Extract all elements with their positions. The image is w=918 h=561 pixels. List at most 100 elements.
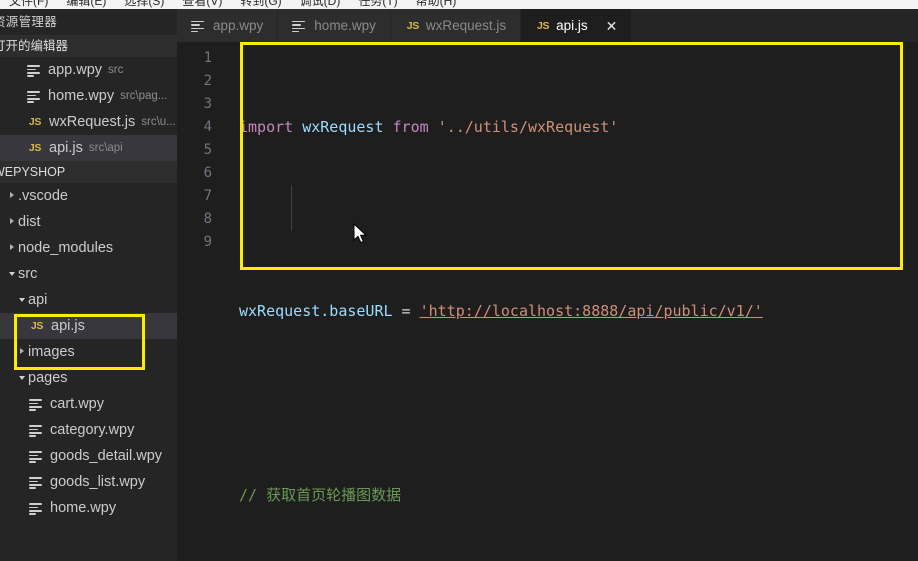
tab-api-js[interactable]: JS api.js ✕ [521,9,632,42]
token-assign: = [393,302,420,320]
tree-item-label: goods_list.wpy [50,469,145,495]
tree-item-label: images [28,339,75,365]
tree-item-vscode[interactable]: .vscode [0,183,177,209]
js-file-icon: JS [534,20,552,32]
wpy-file-icon [26,89,42,103]
open-editor-path: src\pag... [120,83,167,109]
chevron-right-icon [16,339,28,365]
chevron-down-icon [6,261,18,287]
menu-item-file[interactable]: 文件(F) [0,0,57,9]
menu-item-tasks[interactable]: 任务(T) [349,0,406,9]
line-number-gutter: 1 2 3 4 5 6 7 8 9 [177,42,229,561]
tree-item-dist[interactable]: dist [0,209,177,235]
tree-item-label: pages [28,365,68,391]
tree-item-goods-detail-wpy[interactable]: goods_detail.wpy [0,443,177,469]
tab-home-wpy[interactable]: home.wpy [278,9,391,42]
editor-tab-bar: app.wpy home.wpy JS wxRequest.js JS api.… [177,9,918,42]
menu-item-goto[interactable]: 转到(G) [231,0,290,9]
menu-item-select[interactable]: 选择(S) [115,0,173,9]
vscode-window: 文件(F) 编辑(E) 选择(S) 查看(V) 转到(G) 调试(D) 任务(T… [0,0,918,561]
token-comment: // 获取首页轮播图数据 [239,486,401,504]
tree-item-home-wpy[interactable]: home.wpy [0,495,177,521]
code-line-4 [229,392,918,415]
tree-item-node-modules[interactable]: node_modules [0,235,177,261]
open-editor-label: app.wpy [48,57,102,83]
open-editor-wxrequest-js[interactable]: JS wxRequest.js src\u... [0,109,177,135]
tab-label: api.js [556,18,588,33]
line-number: 6 [177,162,212,185]
tree-item-goods-list-wpy[interactable]: goods_list.wpy [0,469,177,495]
tab-app-wpy[interactable]: app.wpy [177,9,278,42]
tree-item-label: home.wpy [50,495,116,521]
tree-item-label: src [18,261,37,287]
wpy-file-icon [28,397,44,411]
tree-item-label: goods_detail.wpy [50,443,162,469]
line-number: 4 [177,116,212,139]
wpy-file-icon [28,501,44,515]
tree-item-api-folder[interactable]: api [0,287,177,313]
wpy-file-icon [190,19,206,33]
tree-item-images[interactable]: images [0,339,177,365]
code-line-3: wxRequest.baseURL = 'http://localhost:88… [229,300,918,323]
wpy-file-icon [291,19,307,33]
open-editor-label: api.js [49,135,83,161]
explorer-sidebar: 资源管理器 打开的编辑器 app.wpy src home.wpy src\pa… [0,9,177,561]
tab-wxrequest-js[interactable]: JS wxRequest.js [391,9,521,42]
js-file-icon: JS [26,135,44,161]
code-content[interactable]: import wxRequest from '../utils/wxReques… [229,42,918,561]
menu-item-edit[interactable]: 编辑(E) [57,0,115,9]
indent-guide [291,185,292,231]
token-import-binding: wxRequest [302,118,383,136]
code-line-5: // 获取首页轮播图数据 [229,484,918,507]
editor-area: app.wpy home.wpy JS wxRequest.js JS api.… [177,9,918,561]
open-editor-path: src\api [89,135,123,161]
line-number: 8 [177,208,212,231]
menu-bar: 文件(F) 编辑(E) 选择(S) 查看(V) 转到(G) 调试(D) 任务(T… [0,0,918,9]
code-line-2 [229,208,918,231]
tab-label: app.wpy [213,18,263,33]
tree-item-api-js[interactable]: JS api.js [0,313,177,339]
token-object: wxRequest [239,302,320,320]
line-number: 2 [177,70,212,93]
code-editor[interactable]: 1 2 3 4 5 6 7 8 9 import wxRequest from … [177,42,918,561]
js-file-icon: JS [404,20,422,32]
line-number: 9 [177,231,212,254]
token-property: .baseURL [320,302,392,320]
chevron-right-icon [6,235,18,261]
file-tree: .vscode dist node_modules src api JS api… [0,183,177,521]
line-number: 1 [177,47,212,70]
tab-label: home.wpy [314,18,376,33]
tree-item-label: cart.wpy [50,391,104,417]
tree-item-label: api [28,287,47,313]
open-editors-header[interactable]: 打开的编辑器 [0,35,177,57]
js-file-icon: JS [28,313,46,339]
explorer-title: 资源管理器 [0,9,177,35]
line-number: 3 [177,93,212,116]
project-header[interactable]: WEPYSHOP [0,161,177,183]
menu-item-debug[interactable]: 调试(D) [291,0,350,9]
wpy-file-icon [28,475,44,489]
open-editor-home-wpy[interactable]: home.wpy src\pag... [0,83,177,109]
chevron-down-icon [16,365,28,391]
close-icon[interactable]: ✕ [606,19,618,33]
token-from-keyword: from [393,118,429,136]
chevron-right-icon [6,209,18,235]
tree-item-pages[interactable]: pages [0,365,177,391]
open-editor-label: home.wpy [48,83,114,109]
open-editor-app-wpy[interactable]: app.wpy src [0,57,177,83]
menu-item-view[interactable]: 查看(V) [173,0,231,9]
js-file-icon: JS [26,109,44,135]
line-number: 5 [177,139,212,162]
tree-item-label: .vscode [18,183,68,209]
tree-item-label: api.js [51,313,85,339]
tree-item-cart-wpy[interactable]: cart.wpy [0,391,177,417]
menu-item-help[interactable]: 帮助(H) [407,0,466,9]
open-editor-path: src\u... [141,109,176,135]
tree-item-label: category.wpy [50,417,134,443]
token-url-string[interactable]: 'http://localhost:8888/api/public/v1/' [420,302,763,320]
mouse-pointer-icon [353,223,369,247]
open-editor-api-js[interactable]: JS api.js src\api [0,135,177,161]
tree-item-category-wpy[interactable]: category.wpy [0,417,177,443]
tree-item-src[interactable]: src [0,261,177,287]
line-number: 7 [177,185,212,208]
